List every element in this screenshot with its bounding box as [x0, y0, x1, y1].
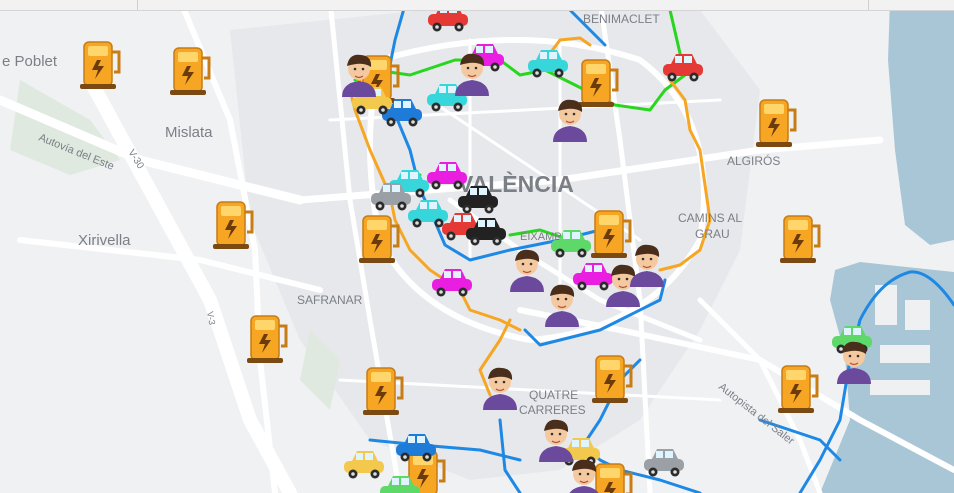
label-mislata: Mislata — [165, 124, 213, 141]
label-quatre-1: QUATRE — [529, 388, 578, 402]
label-safranar: SAFRANAR — [297, 293, 363, 307]
label-xirivella: Xirivella — [78, 232, 131, 249]
toolbar-divider — [868, 0, 869, 10]
label-algiros: ALGIRÓS — [727, 153, 780, 168]
city-map[interactable]: e Poblet Mislata Xirivella SAFRANAR BENI… — [0, 0, 954, 493]
map-canvas: e Poblet Mislata Xirivella SAFRANAR BENI… — [0, 0, 954, 493]
label-benimaclet: BENIMACLET — [583, 12, 660, 26]
label-quatre-2: CARRERES — [519, 403, 586, 417]
label-camins-2: GRAU — [695, 227, 730, 241]
top-toolbar — [0, 0, 954, 11]
label-camins-1: CAMINS AL — [678, 211, 742, 225]
label-poblet: e Poblet — [2, 53, 58, 70]
toolbar-divider — [137, 0, 138, 10]
